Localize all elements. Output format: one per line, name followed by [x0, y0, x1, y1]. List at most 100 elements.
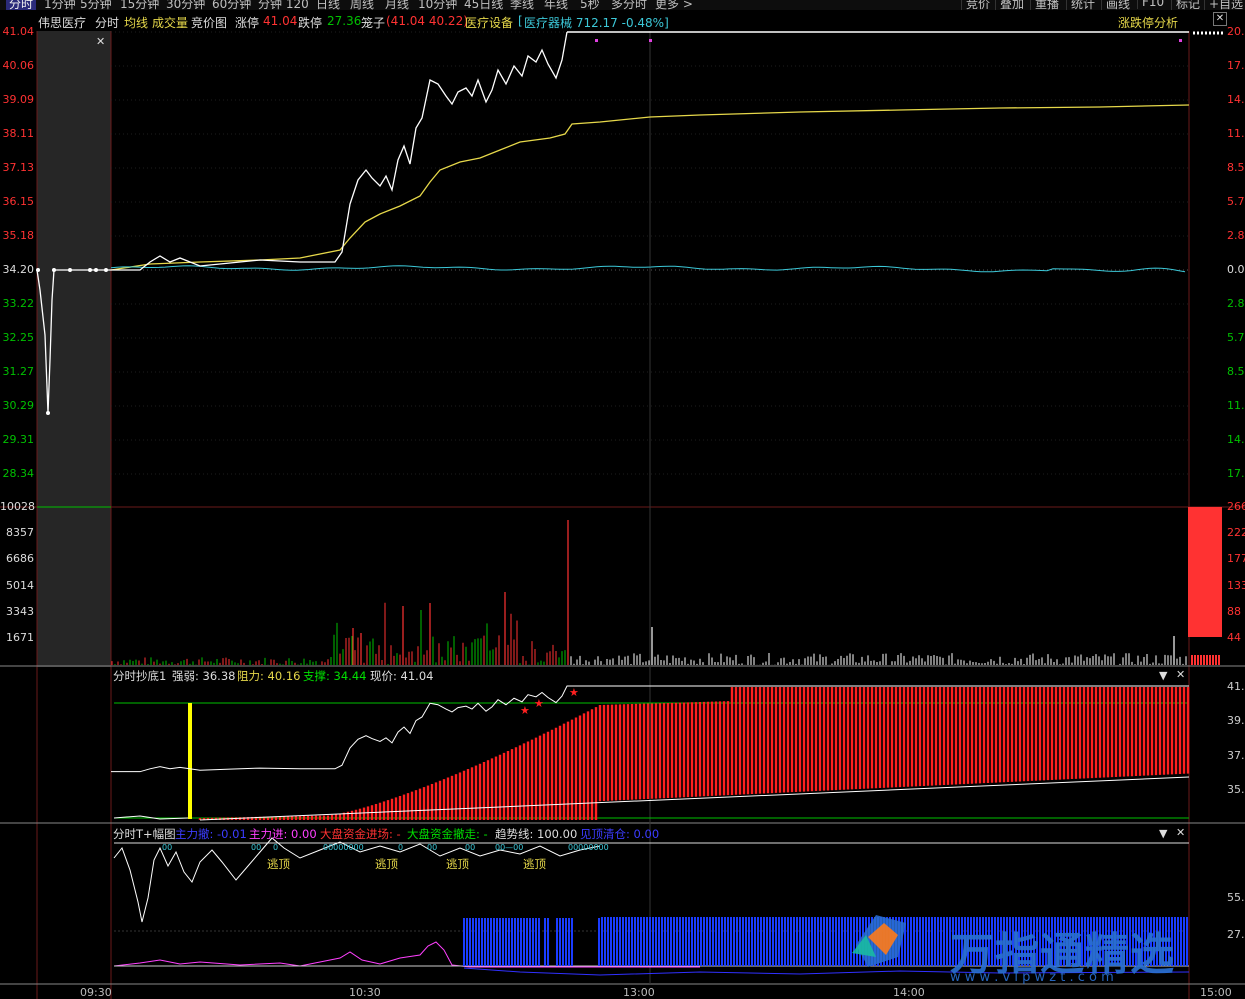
auction-dot	[68, 268, 72, 272]
time-label: 09:30	[80, 986, 112, 999]
event-marker	[649, 39, 652, 42]
volume-right-tick-label: 44	[1227, 631, 1241, 644]
price-tick-label: 39.09	[2, 93, 35, 106]
watermark-url: w w w . v i p w z t . c o m	[950, 970, 1114, 985]
panel2-title[interactable]: 分时T+幅图	[113, 826, 176, 842]
auction-dot	[104, 268, 108, 272]
price-tick-label: 32.25	[2, 331, 35, 344]
volume-right-tick-label: 133	[1227, 578, 1245, 592]
price-tick-label: 28.34	[2, 467, 35, 480]
volume-right-tick-label: 88	[1227, 604, 1241, 618]
percent-tick-label: 5.7	[1227, 195, 1245, 208]
price-tick-label: 33.22	[2, 297, 35, 310]
time-label: 15:00	[1200, 986, 1232, 999]
price-tick-label: 30.29	[2, 399, 35, 412]
panel2-main-in: 主力进: 0.00	[249, 827, 317, 841]
main-force-line	[113, 941, 700, 968]
panel2-top-clear: 见顶清仓: 0.00	[580, 827, 660, 841]
percent-tick-label: 17.	[1227, 59, 1245, 72]
volume-right-tick-label: 266	[1227, 500, 1245, 513]
percent-tick-label: 20.	[1227, 25, 1245, 38]
panel1-title[interactable]: 分时抄底1	[113, 668, 166, 684]
panel1-strength: 强弱: 36.38	[172, 669, 236, 683]
buy-signal-star: ★	[569, 686, 579, 699]
percent-tick-label: 14.	[1227, 433, 1245, 446]
volume-tick-label: 5014	[6, 578, 34, 592]
escape-top-label: 逃顶	[267, 857, 290, 871]
auction-dot	[46, 411, 50, 415]
cyan-signal-code: 00	[465, 843, 475, 852]
watermark-logo	[846, 905, 916, 975]
price-tick-label: 35.18	[2, 229, 35, 242]
time-label: 10:30	[349, 986, 381, 999]
cyan-signal-code: 00	[427, 843, 437, 852]
panel2-trend: 趋势线: 100.00	[495, 827, 578, 841]
panel1-axis-label: 37.	[1227, 749, 1245, 762]
price-tick-label: 40.06	[2, 59, 35, 72]
volume-right-tick-label: 177	[1227, 552, 1245, 566]
panel1-axis-label: 39.	[1227, 714, 1245, 727]
percent-tick-label: 8.5	[1227, 161, 1245, 174]
volume-tick-label: 8357	[6, 526, 34, 540]
buy-signal-star: ★	[520, 704, 530, 717]
panel2-dropdown-icon[interactable]: ▼	[1159, 827, 1167, 840]
time-label: 13:00	[623, 986, 655, 999]
percent-tick-label: 0.0	[1227, 263, 1245, 276]
chart-canvas: ★★★00 00 0 00000000 0 00 00 00—00 00000000	[0, 31, 1245, 999]
buy-signal-star: ★	[534, 697, 544, 710]
percent-tick-label: 11.	[1227, 399, 1245, 412]
escape-top-label: 逃顶	[375, 857, 398, 871]
percent-tick-label: 14.	[1227, 93, 1245, 106]
percent-tick-label: 2.8	[1227, 229, 1245, 242]
price-tick-label: 38.11	[2, 127, 35, 140]
cyan-signal-code: 00	[162, 843, 172, 852]
time-label: 14:00	[893, 986, 925, 999]
panel2-main-sell: 主力撤: -0.01	[175, 827, 247, 841]
panel1-price: 现价: 41.04	[370, 669, 434, 683]
base-trend-line	[199, 776, 1190, 821]
cyan-signal-code: 00	[251, 843, 261, 852]
escape-top-label: 逃顶	[523, 857, 546, 871]
panel1-close-icon[interactable]: ✕	[1176, 668, 1185, 681]
volume-tick-label: 1671	[6, 631, 34, 644]
auction-zone-bg	[37, 31, 111, 667]
panel1-dropdown-icon[interactable]: ▼	[1159, 669, 1167, 682]
cyan-signal-code: 0	[398, 843, 403, 852]
escape-top-label: 逃顶	[446, 857, 469, 871]
cyan-signal-code: 0	[273, 843, 278, 852]
event-marker	[595, 39, 598, 42]
auction-dot	[36, 268, 40, 272]
volume-tick-label: 3343	[6, 604, 34, 618]
event-marker	[1179, 39, 1182, 42]
percent-tick-label: 5.7	[1227, 331, 1245, 344]
cyan-signal-code: 00000000	[568, 843, 609, 852]
panel2-axis-label: 27.	[1227, 928, 1245, 941]
panel1-axis-label: 41.	[1227, 680, 1245, 693]
panel1-support: 支撑: 34.44	[303, 669, 367, 683]
price-tick-label: 34.20	[2, 263, 35, 276]
panel2-market-out: 大盘资金撤走: -	[407, 827, 488, 841]
panel1-axis-label: 35.	[1227, 783, 1245, 796]
strength-bar	[188, 703, 192, 819]
percent-tick-label: 11.	[1227, 127, 1245, 140]
price-tick-label: 36.15	[2, 195, 35, 208]
percent-tick-label: 2.8	[1227, 297, 1245, 310]
price-tick-label: 37.13	[2, 161, 35, 174]
stock-chart-window: 分时 1分钟 5分钟 15分钟 30分钟 60分钟 分钟 120 日线 周线 月…	[0, 0, 1245, 999]
cyan-signal-code: 00000000	[323, 843, 364, 852]
closing-volume-block	[1188, 507, 1222, 637]
auction-dot	[88, 268, 92, 272]
close-auction-icon[interactable]: ✕	[96, 35, 105, 48]
index-line	[110, 265, 1186, 273]
volume-tick-label: 10028	[0, 500, 35, 513]
volume-tick-label: 6686	[6, 552, 34, 566]
cyan-signal-code: 00—00	[495, 843, 523, 852]
panel1-resistance: 阻力: 40.16	[237, 669, 301, 683]
price-tick-label: 29.31	[2, 433, 35, 446]
percent-tick-label: 8.5	[1227, 365, 1245, 378]
panel2-axis-label: 55.	[1227, 891, 1245, 904]
percent-tick-label: 17.	[1227, 467, 1245, 480]
price-tick-label: 41.04	[2, 25, 35, 38]
panel2-close-icon[interactable]: ✕	[1176, 826, 1185, 839]
auction-dot	[52, 268, 56, 272]
